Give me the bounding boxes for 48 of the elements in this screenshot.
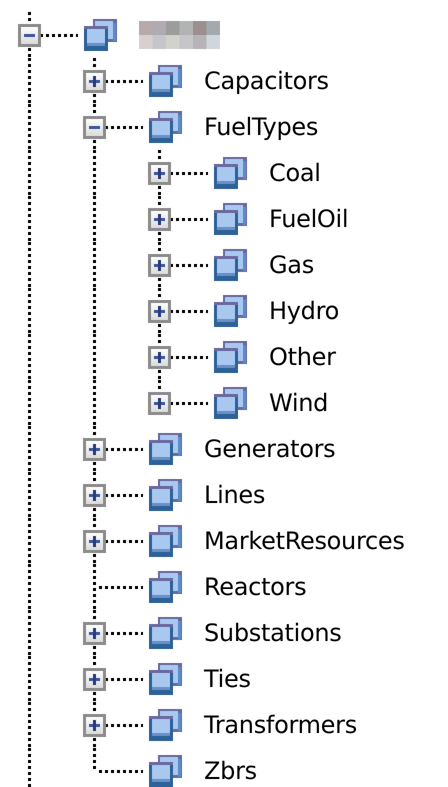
cube-icon: [149, 617, 182, 649]
cube-icon: [149, 111, 182, 143]
cube-icon: [214, 387, 247, 419]
cube-icon: [84, 19, 117, 51]
node-label[interactable]: Generators: [204, 435, 336, 463]
cube-icon: [214, 249, 247, 281]
collapse-toggle[interactable]: [83, 116, 106, 139]
cube-icon: [149, 433, 182, 465]
node-label[interactable]: Other: [269, 343, 336, 371]
expand-toggle[interactable]: [148, 254, 171, 277]
cube-icon: [149, 755, 182, 787]
node-label[interactable]: FuelOil: [269, 205, 348, 233]
expand-toggle[interactable]: [83, 714, 106, 737]
cube-icon: [149, 571, 182, 603]
node-label[interactable]: Reactors: [204, 573, 306, 601]
cube-icon: [214, 157, 247, 189]
expand-toggle[interactable]: [83, 668, 106, 691]
node-label[interactable]: Substations: [204, 619, 342, 647]
node-label[interactable]: Capacitors: [204, 67, 329, 95]
node-label[interactable]: Coal: [269, 159, 321, 187]
node-label[interactable]: Zbrs: [204, 757, 257, 785]
node-label[interactable]: Ties: [204, 665, 251, 693]
node-label[interactable]: MarketResources: [204, 527, 405, 555]
cube-icon: [214, 341, 247, 373]
expand-toggle[interactable]: [148, 162, 171, 185]
expand-toggle[interactable]: [83, 484, 106, 507]
expand-toggle[interactable]: [83, 438, 106, 461]
node-label[interactable]: Lines: [204, 481, 266, 509]
cube-icon: [149, 663, 182, 695]
expand-toggle[interactable]: [148, 208, 171, 231]
node-label[interactable]: Hydro: [269, 297, 340, 325]
expand-toggle[interactable]: [83, 622, 106, 645]
node-label[interactable]: Transformers: [204, 711, 357, 739]
node-label[interactable]: Gas: [269, 251, 314, 279]
cube-icon: [149, 525, 182, 557]
cube-icon: [149, 709, 182, 741]
cube-icon: [149, 65, 182, 97]
expand-toggle[interactable]: [83, 530, 106, 553]
cube-icon: [214, 203, 247, 235]
expand-toggle[interactable]: [148, 346, 171, 369]
cube-icon: [214, 295, 247, 327]
node-label[interactable]: FuelTypes: [204, 113, 318, 141]
node-label[interactable]: Wind: [269, 389, 328, 417]
cube-icon: [149, 479, 182, 511]
expand-toggle[interactable]: [148, 300, 171, 323]
collapse-toggle[interactable]: [18, 24, 41, 47]
expand-toggle[interactable]: [148, 392, 171, 415]
expand-toggle[interactable]: [83, 70, 106, 93]
